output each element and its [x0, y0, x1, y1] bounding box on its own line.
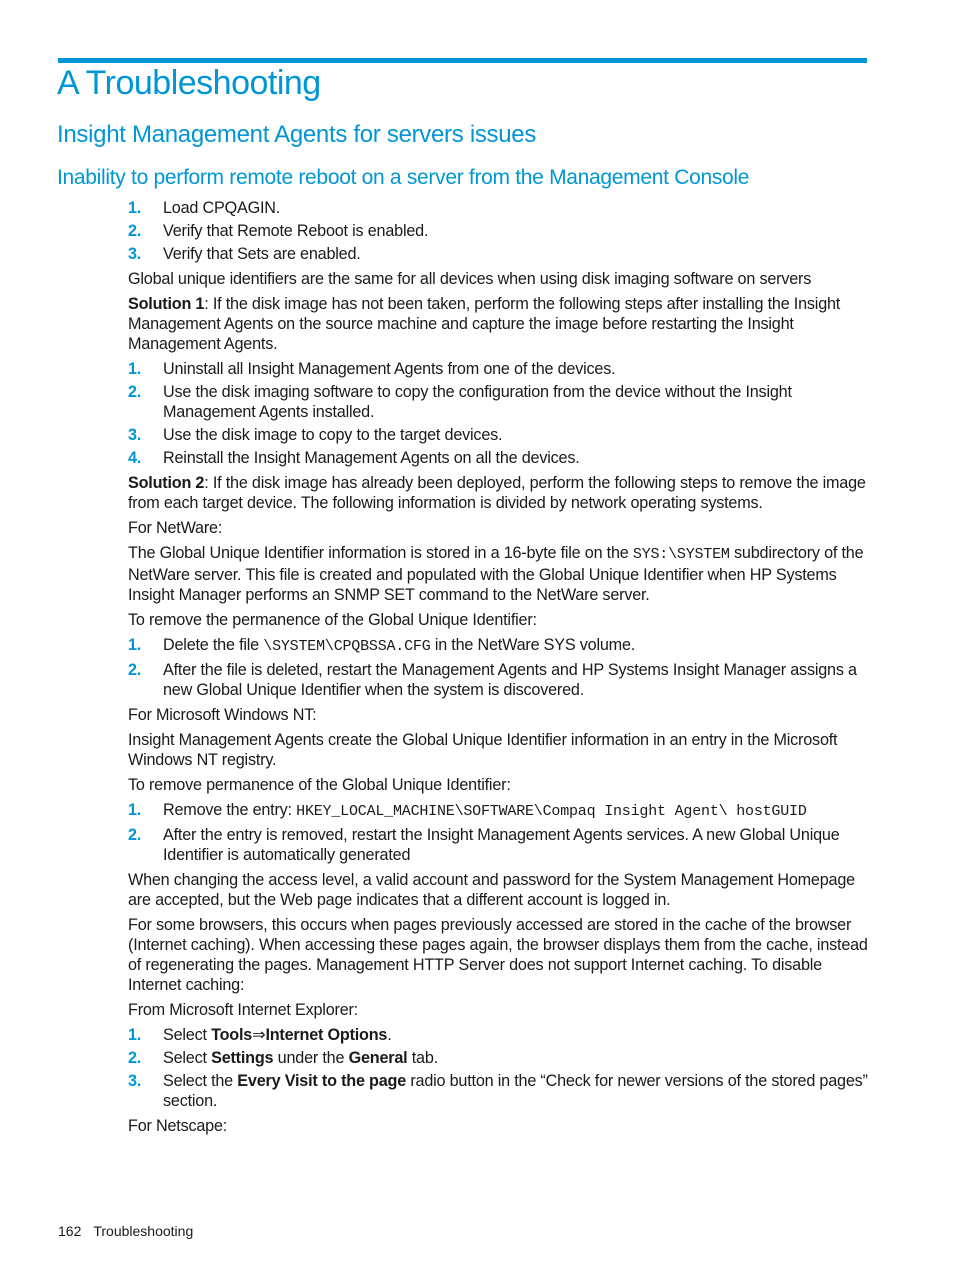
step-number: 2. [128, 826, 142, 844]
step-number: 2. [128, 1049, 142, 1067]
list-item: 4. Reinstall the Insight Management Agent… [128, 449, 580, 467]
solution1-label: Solution 1 [128, 295, 205, 313]
solution1-paragraph: Solution 1: If the disk image has not be… [128, 295, 841, 353]
step-number: 1. [128, 199, 142, 217]
ie-intro: From Microsoft Internet Explorer: [128, 1001, 358, 1019]
step-number: 2. [128, 222, 142, 240]
ie-steps: 1. Select Tools⇒Internet Options. 2. Selec… [128, 1025, 873, 1111]
windows-nt-steps: 1. Remove the entry: HKEY_LOCAL_MACHINE\S… [128, 800, 873, 865]
list-item: 3. Use the disk image to copy to the targ… [128, 426, 503, 444]
step-number: 2. [128, 383, 142, 401]
registry-key: HKEY_LOCAL_MACHINE\SOFTWARE\Compaq Insig… [296, 803, 807, 820]
code-path: SYS:\SYSTEM [632, 546, 730, 563]
list-item: 1. Select Tools⇒Internet Options. [128, 1026, 392, 1044]
access-paragraph-2: For some browsers, this occurs when page… [128, 916, 868, 994]
windows-nt-intro: For Microsoft Windows NT: [128, 706, 317, 724]
step-number: 2. [128, 661, 142, 679]
menu-arrow-icon: ⇒ [252, 1026, 266, 1044]
list-item: 2. After the entry is removed, restart th… [128, 826, 840, 864]
reboot-steps: 1. Load CPQAGIN. 2. Verify that Remote Reb… [128, 198, 873, 264]
solution2-label: Solution 2 [128, 474, 205, 492]
guid-issue-title: Global unique identifiers are the same f… [128, 270, 812, 288]
solution1-steps: 1. Uninstall all Insight Management Agent… [128, 359, 873, 468]
chapter-rule [58, 58, 867, 63]
step-number: 1. [128, 636, 142, 654]
code-path: \SYSTEM\CPQBSSA.CFG [263, 638, 431, 655]
netware-steps: 1. Delete the file \SYSTEM\CPQBSSA.CFG in… [128, 635, 873, 700]
step-number: 3. [128, 426, 142, 444]
access-paragraph-1: When changing the access level, a valid … [128, 871, 855, 909]
section-title: Insight Management Agents for servers is… [57, 121, 537, 148]
solution2-paragraph: Solution 2: If the disk image has alread… [128, 474, 866, 512]
list-item: 3. Verify that Sets are enabled. [128, 245, 361, 263]
page-footer: 162 Troubleshooting [58, 1223, 193, 1239]
document-body: 1. Load CPQAGIN. 2. Verify that Remote Reb… [128, 198, 873, 1141]
list-item: 2. After the file is deleted, restart the… [128, 661, 857, 699]
windows-nt-paragraph: Insight Management Agents create the Glo… [128, 731, 838, 769]
step-number: 3. [128, 1072, 142, 1090]
step-number: 1. [128, 801, 142, 819]
list-item: 1. Load CPQAGIN. [128, 199, 281, 217]
subsection-title: Inability to perform remote reboot on a … [57, 166, 750, 189]
list-item: 1. Remove the entry: HKEY_LOCAL_MACHINE\S… [128, 801, 807, 820]
page-number: 162 [58, 1223, 82, 1239]
list-item: 2. Select Settings under the General tab. [128, 1049, 438, 1067]
windows-nt-remove-intro: To remove permanence of the Global Uniqu… [128, 776, 511, 794]
chapter-title: A Troubleshooting [57, 64, 321, 102]
step-number: 1. [128, 360, 142, 378]
netware-intro: For NetWare: [128, 519, 223, 537]
netware-remove-intro: To remove the permanence of the Global U… [128, 611, 537, 629]
step-number: 3. [128, 245, 142, 263]
step-number: 4. [128, 449, 142, 467]
list-item: 3. Select the Every Visit to the page rad… [128, 1072, 868, 1110]
list-item: 2. Verify that Remote Reboot is enabled. [128, 222, 429, 240]
footer-section: Troubleshooting [93, 1223, 194, 1239]
list-item: 2. Use the disk imaging software to copy … [128, 383, 792, 421]
list-item: 1. Delete the file \SYSTEM\CPQBSSA.CFG in… [128, 636, 636, 655]
netscape-intro: For Netscape: [128, 1117, 228, 1135]
netware-paragraph: The Global Unique Identifier information… [128, 544, 864, 604]
list-item: 1. Uninstall all Insight Management Agent… [128, 360, 616, 378]
step-number: 1. [128, 1026, 142, 1044]
